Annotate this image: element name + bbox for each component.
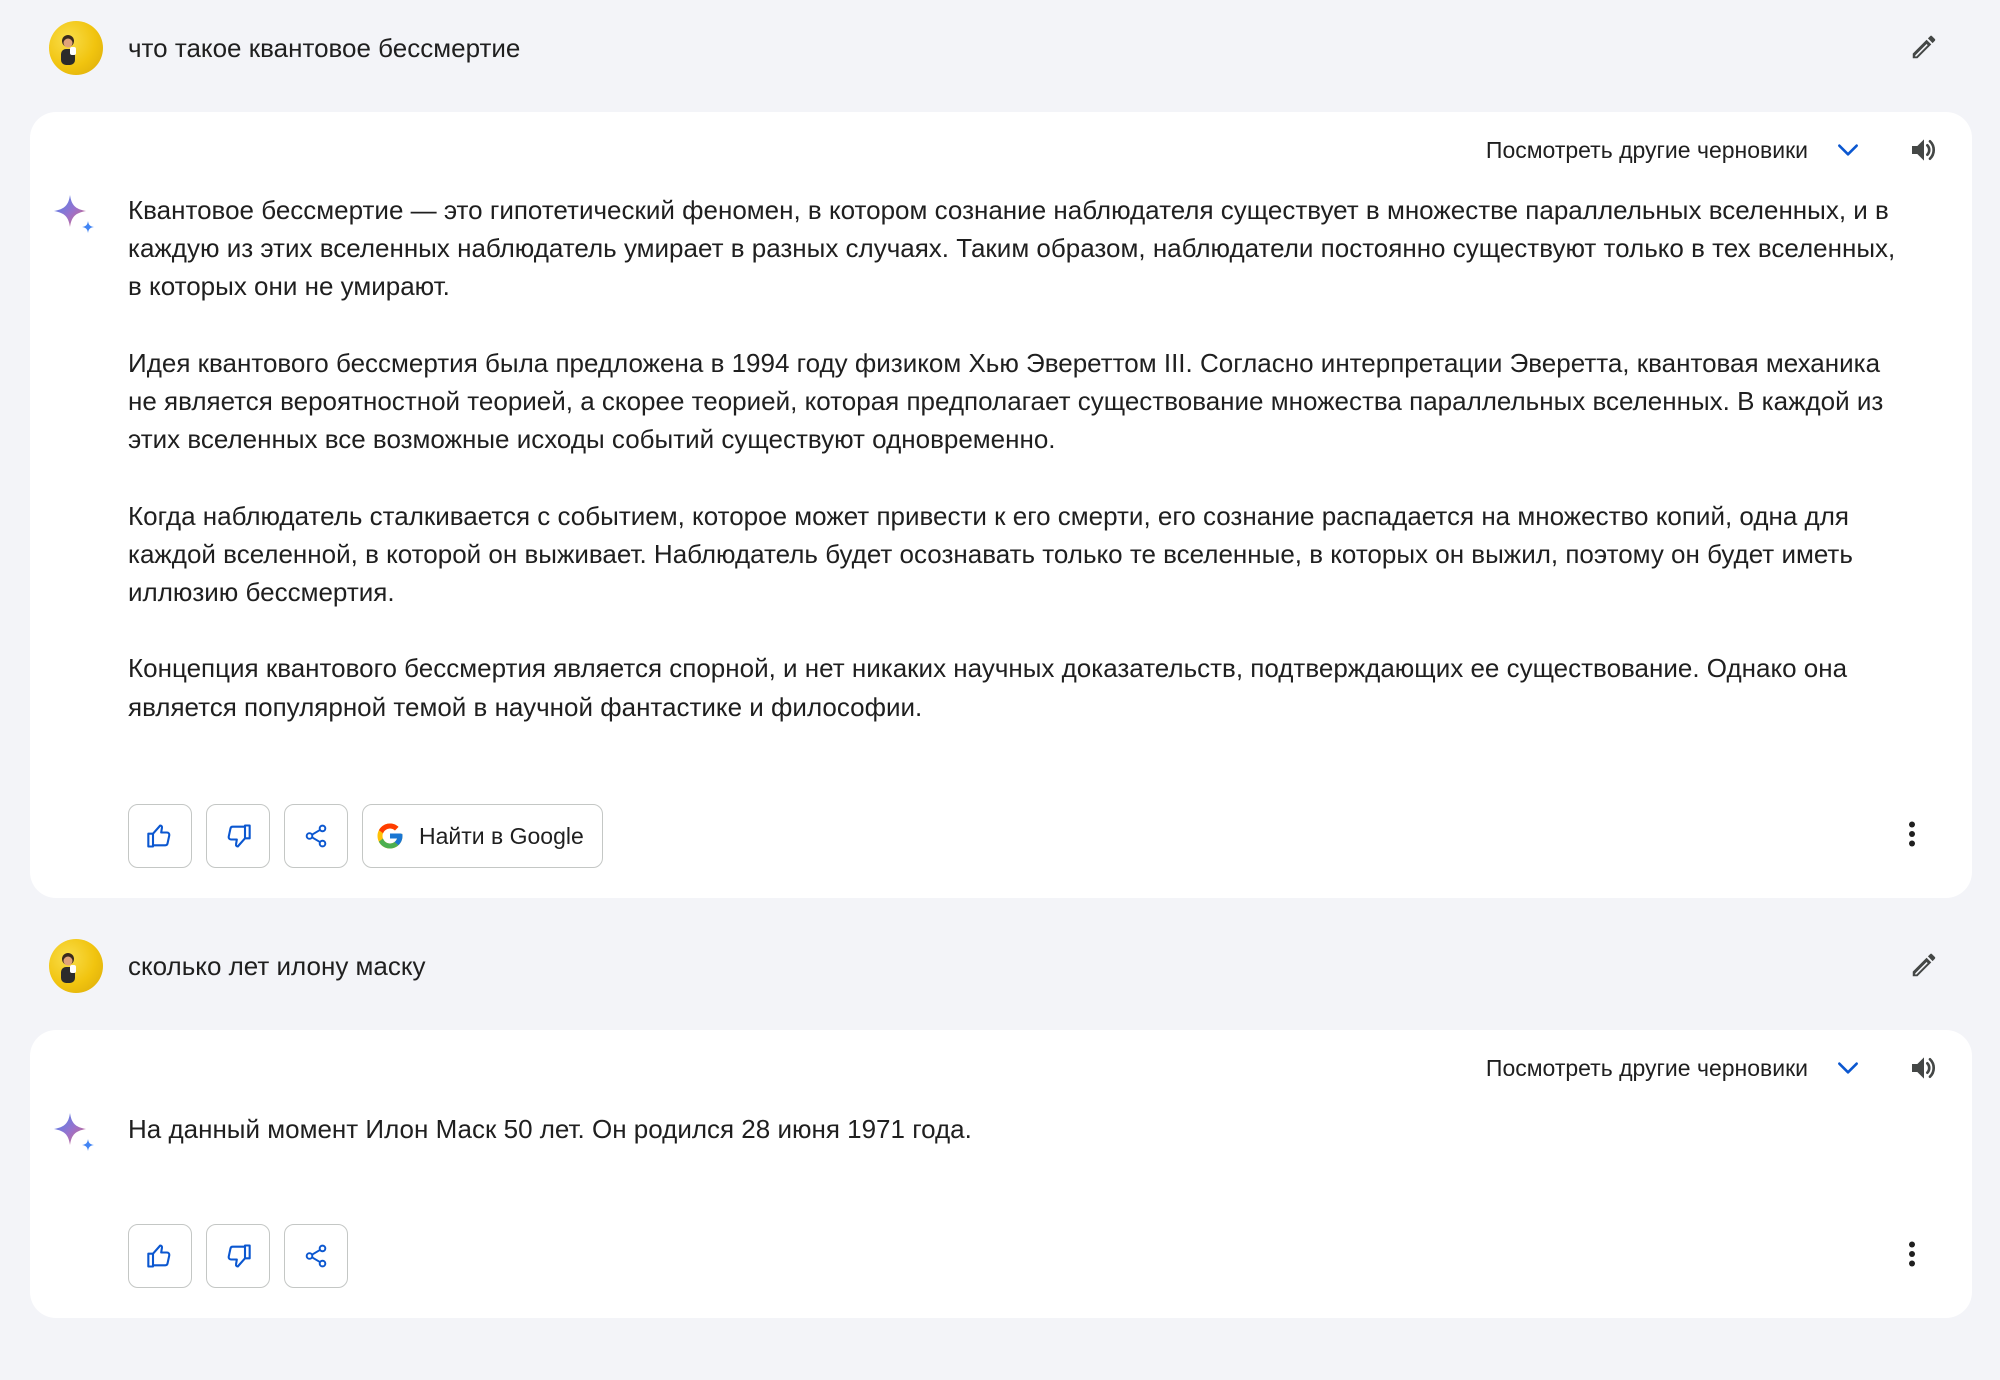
chevron-down-icon [1834, 136, 1862, 164]
user-avatar[interactable] [49, 21, 103, 75]
view-drafts-label: Посмотреть другие черновики [1485, 1054, 1808, 1081]
avatar-figure [61, 35, 76, 65]
google-search-label: Найти в Google [419, 822, 584, 849]
pencil-icon[interactable] [1904, 945, 1944, 985]
thumbs-down-icon [227, 1244, 251, 1268]
response-card: Посмотреть другие черновики [30, 112, 1972, 898]
speaker-icon-svg [1912, 139, 1935, 161]
chat-page: что такое квантовое бессмертие Посмотрет… [0, 0, 2000, 1380]
view-drafts-label: Посмотреть другие черновики [1485, 136, 1808, 163]
user-prompt-row: что такое квантовое бессмертие [0, 0, 2000, 100]
speaker-icon[interactable] [1902, 1046, 1946, 1090]
user-prompt-text: сколько лет илону маску [128, 951, 426, 981]
user-prompt-text: что такое квантовое бессмертие [128, 33, 521, 63]
sparkle-icon [54, 195, 94, 233]
more-vert-icon-svg [1909, 821, 1915, 847]
thumbs-down-button[interactable] [206, 804, 270, 868]
sparkle-icon [54, 1113, 94, 1151]
thumbs-up-icon [147, 824, 171, 848]
view-drafts-button[interactable]: Посмотреть другие черновики [1486, 1046, 1862, 1090]
thumbs-up-button[interactable] [128, 1224, 192, 1288]
response-paragraph: Идея квантового бессмертия была предложе… [128, 347, 1884, 455]
more-vert-icon[interactable] [1892, 1229, 1932, 1279]
response-paragraph: Квантовое бессмертие — это гипотетически… [128, 195, 1896, 302]
share-icon [305, 1244, 327, 1268]
pencil-icon[interactable] [1904, 27, 1944, 67]
response-actions: Найти в Google [128, 804, 603, 868]
response-text: Квантовое бессмертие — это гипотетически… [128, 191, 1912, 726]
response-actions [128, 1224, 348, 1288]
thumbs-down-icon [227, 824, 251, 848]
more-vert-icon-svg [1909, 1241, 1915, 1267]
view-drafts-button[interactable]: Посмотреть другие черновики [1486, 128, 1862, 172]
user-avatar[interactable] [49, 939, 103, 993]
share-button[interactable] [284, 1224, 348, 1288]
response-card: Посмотреть другие черновики [30, 1030, 1972, 1318]
thumbs-up-button[interactable] [128, 804, 192, 868]
user-prompt-row: сколько лет илону маску [0, 918, 2000, 1018]
thumbs-down-button[interactable] [206, 1224, 270, 1288]
response-text: На данный момент Илон Маск 50 лет. Он ро… [128, 1110, 1912, 1148]
chevron-down-icon [1834, 1054, 1862, 1082]
avatar-figure [61, 953, 76, 983]
response-paragraph: Концепция квантового бессмертия является… [128, 653, 1848, 722]
pencil-icon-svg [1912, 953, 1936, 977]
google-g-icon [377, 823, 403, 849]
speaker-icon[interactable] [1902, 128, 1946, 172]
response-paragraph: Когда наблюдатель сталкивается с событие… [128, 500, 1853, 607]
google-search-button[interactable]: Найти в Google [362, 804, 603, 868]
share-button[interactable] [284, 804, 348, 868]
pencil-icon-svg [1912, 35, 1936, 59]
response-paragraph: На данный момент Илон Маск 50 лет. Он ро… [128, 1114, 972, 1144]
speaker-icon-svg [1912, 1057, 1935, 1079]
thumbs-up-icon [147, 1244, 171, 1268]
more-vert-icon[interactable] [1892, 809, 1932, 859]
share-icon [305, 824, 327, 848]
